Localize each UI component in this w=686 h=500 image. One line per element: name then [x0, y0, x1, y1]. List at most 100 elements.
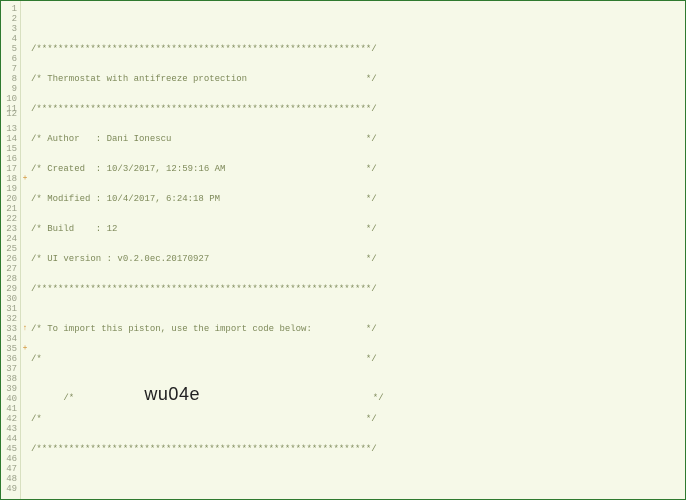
line-number: 10 [1, 94, 17, 104]
marker-up-icon[interactable]: ↑ [21, 324, 29, 334]
line-number: 14 [1, 134, 17, 144]
line-number: 30 [1, 294, 17, 304]
marker-empty [21, 54, 29, 64]
comment-blank: /* */ [31, 354, 377, 364]
line-number: 5 [1, 44, 17, 54]
comment-modified: /* Modified : 10/4/2017, 6:24:18 PM */ [31, 194, 377, 204]
line-number: 27 [1, 264, 17, 274]
marker-empty [21, 94, 29, 104]
line-number: 22 [1, 214, 17, 224]
marker-empty [21, 384, 29, 394]
marker-empty [21, 204, 29, 214]
line-number: 29 [1, 284, 17, 294]
marker-empty [21, 154, 29, 164]
marker-empty [21, 214, 29, 224]
marker-empty [21, 364, 29, 374]
marker-empty [21, 264, 29, 274]
marker-empty [21, 144, 29, 154]
marker-plus-icon[interactable]: + [21, 344, 29, 354]
marker-empty [21, 334, 29, 344]
line-number: 21 [1, 204, 17, 214]
line-number: 16 [1, 154, 17, 164]
comment-suffix: */ [200, 393, 384, 403]
marker-empty [21, 374, 29, 384]
line-number: 43 [1, 424, 17, 434]
line-number: 39 [1, 384, 17, 394]
line-number: 1 [1, 4, 17, 14]
marker-empty [21, 474, 29, 484]
marker-empty [21, 194, 29, 204]
import-code[interactable]: wu04e [144, 384, 200, 404]
marker-empty [21, 454, 29, 464]
marker-empty [21, 244, 29, 254]
marker-empty [21, 294, 29, 304]
comment-import-hint: /* To import this piston, use the import… [31, 324, 377, 334]
line-number: 42 [1, 414, 17, 424]
line-number: 24 [1, 234, 17, 244]
marker-empty [21, 234, 29, 244]
comment-bar: /***************************************… [31, 44, 377, 54]
marker-empty [21, 184, 29, 194]
line-number: 19 [1, 184, 17, 194]
line-number: 49 [1, 484, 17, 494]
marker-column: + ↑ + [21, 1, 29, 499]
marker-empty [21, 64, 29, 74]
code-editor: 1234567891011121314151617181920212223242… [1, 1, 685, 499]
line-number: 47 [1, 464, 17, 474]
line-number: 34 [1, 334, 17, 344]
comment-created: /* Created : 10/3/2017, 12:59:16 AM */ [31, 164, 377, 174]
marker-empty [21, 484, 29, 494]
comment-author: /* Author : Dani Ionescu */ [31, 134, 377, 144]
line-number: 45 [1, 444, 17, 454]
line-number: 20 [1, 194, 17, 204]
marker-empty [21, 124, 29, 134]
marker-empty [21, 444, 29, 454]
marker-empty [21, 34, 29, 44]
line-number: 28 [1, 274, 17, 284]
line-number: 37 [1, 364, 17, 374]
comment-build: /* Build : 12 */ [31, 224, 377, 234]
marker-empty [21, 424, 29, 434]
line-number: 2 [1, 14, 17, 24]
marker-empty [21, 464, 29, 474]
marker-empty [21, 44, 29, 54]
line-number: 40 [1, 394, 17, 404]
line-number-gutter: 1234567891011121314151617181920212223242… [1, 1, 21, 499]
marker-empty [21, 14, 29, 24]
line-number: 23 [1, 224, 17, 234]
marker-empty [21, 284, 29, 294]
marker-empty [21, 74, 29, 84]
comment-bar: /***************************************… [31, 284, 377, 294]
marker-empty [21, 404, 29, 414]
comment-title: /* Thermostat with antifreeze protection… [31, 74, 377, 84]
marker-empty [21, 274, 29, 284]
line-number: 44 [1, 434, 17, 444]
marker-empty [21, 254, 29, 264]
comment-bar: /***************************************… [31, 444, 377, 454]
line-number: 7 [1, 64, 17, 74]
line-number: 9 [1, 84, 17, 94]
marker-empty [21, 84, 29, 94]
line-number: 15 [1, 144, 17, 154]
marker-empty [21, 24, 29, 34]
marker-empty [21, 314, 29, 324]
line-number: 35 [1, 344, 17, 354]
marker-empty [21, 354, 29, 364]
line-number: 36 [1, 354, 17, 364]
line-number: 25 [1, 244, 17, 254]
marker-plus-icon[interactable]: + [21, 174, 29, 184]
marker-empty [21, 4, 29, 14]
line-number: 17 [1, 164, 17, 174]
line-number: 32 [1, 314, 17, 324]
line-number: 48 [1, 474, 17, 484]
line-number: 31 [1, 304, 17, 314]
comment-bar: /***************************************… [31, 104, 377, 114]
line-number: 3 [1, 24, 17, 34]
line-number: 46 [1, 454, 17, 464]
line-number: 13 [1, 124, 17, 134]
marker-empty [21, 134, 29, 144]
marker-empty [21, 164, 29, 174]
code-area[interactable]: /***************************************… [29, 1, 685, 499]
comment-uiversion: /* UI version : v0.2.0ec.20170927 */ [31, 254, 377, 264]
line-number: 26 [1, 254, 17, 264]
